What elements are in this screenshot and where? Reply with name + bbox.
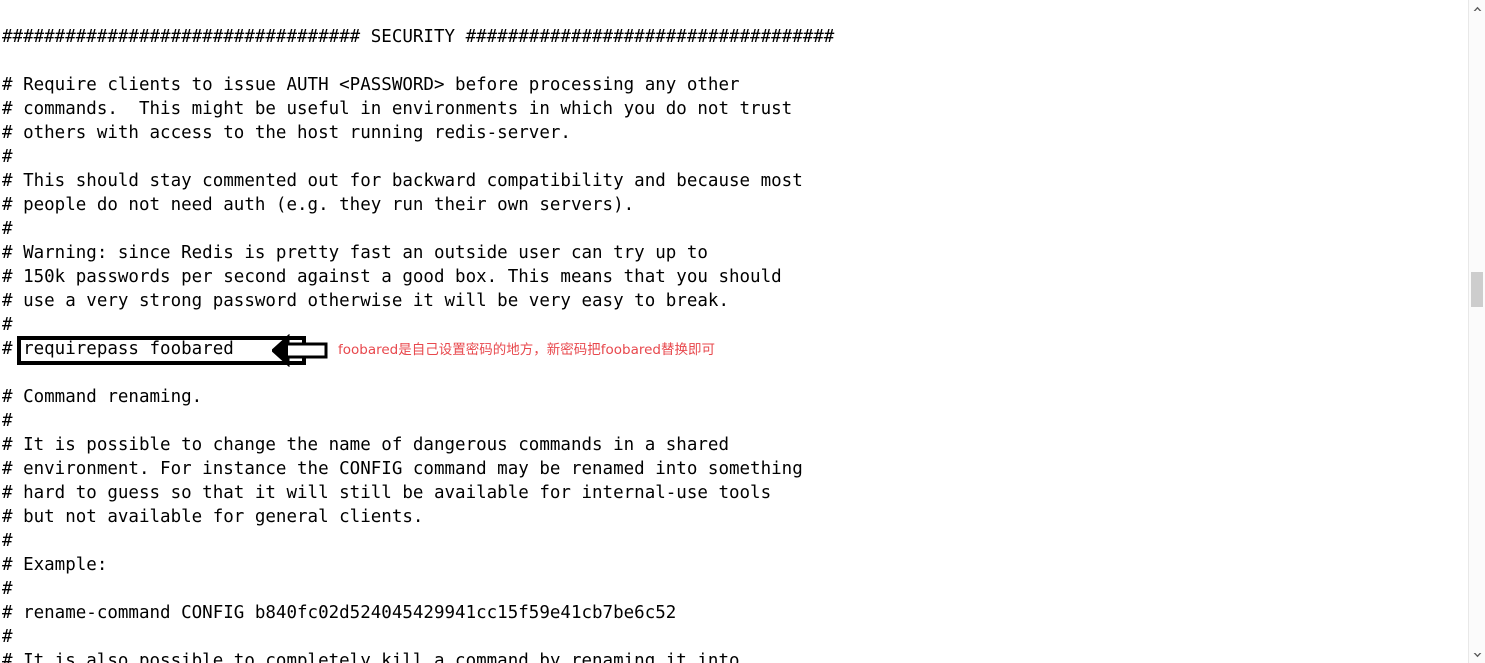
code-line: # This should stay commented out for bac… (2, 171, 803, 191)
code-line: # (2, 315, 13, 335)
code-line: # Example: (2, 555, 108, 575)
code-line: # use a very strong password otherwise i… (2, 291, 729, 311)
requirepass-highlight-box (17, 336, 306, 365)
code-line: # (2, 219, 13, 239)
callout-arrow-left-icon (272, 334, 328, 367)
code-line: # (2, 147, 13, 167)
code-line: # It is also possible to completely kill… (2, 651, 740, 663)
code-line: # (2, 411, 13, 431)
code-line: # Warning: since Redis is pretty fast an… (2, 243, 708, 263)
code-line: ################################## SECUR… (2, 27, 835, 47)
code-line: # environment. For instance the CONFIG c… (2, 459, 803, 479)
code-line: # Require clients to issue AUTH <PASSWOR… (2, 75, 740, 95)
code-line: # It is possible to change the name of d… (2, 435, 729, 455)
editor-viewport: ################################## SECUR… (0, 0, 1485, 663)
code-line: # commands. This might be useful in envi… (2, 99, 793, 119)
scrollbar-thumb[interactable] (1471, 272, 1483, 307)
code-line: # rename-command CONFIG b840fc02d5240454… (2, 603, 677, 623)
code-line: # 150k passwords per second against a go… (2, 267, 782, 287)
code-line: # (2, 579, 13, 599)
config-file-text[interactable]: ################################## SECUR… (0, 0, 1468, 663)
annotation-text: foobared是自己设置密码的地方，新密码把foobared替换即可 (338, 342, 715, 358)
scroll-down-button[interactable] (1469, 646, 1485, 663)
code-line: # (2, 627, 13, 647)
code-line: # people do not need auth (e.g. they run… (2, 195, 635, 215)
scrollbar-track[interactable] (1469, 17, 1485, 646)
chevron-down-icon (1473, 652, 1481, 657)
code-line: # others with access to the host running… (2, 123, 571, 143)
code-line: # but not available for general clients. (2, 507, 424, 527)
scroll-up-button[interactable] (1469, 0, 1485, 17)
code-line: # hard to guess so that it will still be… (2, 483, 772, 503)
vertical-scrollbar[interactable] (1468, 0, 1485, 663)
chevron-up-icon (1473, 6, 1481, 11)
code-line: # Command renaming. (2, 387, 203, 407)
code-line: # (2, 531, 13, 551)
